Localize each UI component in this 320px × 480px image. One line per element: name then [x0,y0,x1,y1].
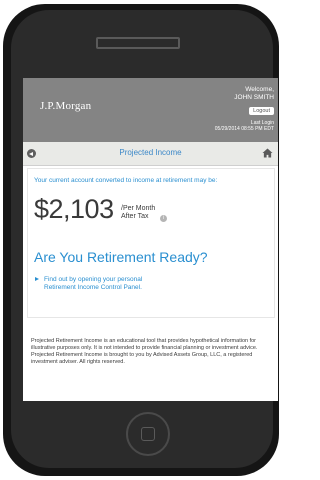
income-amount: $2,103 [34,194,114,224]
phone-home-button[interactable] [126,412,170,456]
title-bar: Projected Income [23,142,278,166]
user-name: JOHN SMITH [234,94,274,101]
link-line-2: Retirement Income Control Panel. [44,284,142,291]
income-period: /Per Month After Tax [121,205,155,221]
disclaimer-text: Projected Retirement Income is an educat… [31,338,258,365]
logout-button[interactable]: Logout [249,107,274,115]
last-login: Last Login 05/29/2014 08:55 PM EDT [215,120,274,132]
app-screen: J.P.Morgan Welcome, JOHN SMITH Logout La… [23,78,278,401]
welcome-text: Welcome, JOHN SMITH [234,86,274,102]
link-arrow-icon [35,277,39,281]
page-title: Projected Income [119,148,182,157]
retirement-ready-heading: Are You Retirement Ready? [34,249,208,265]
home-button-square-icon [141,427,155,441]
link-line-1: Find out by opening your personal [44,276,143,283]
brand-logo: J.P.Morgan [40,100,92,112]
app-header: J.P.Morgan Welcome, JOHN SMITH Logout La… [23,78,278,142]
control-panel-link[interactable]: Find out by opening your personal Retire… [44,276,244,292]
projected-income-card: Your current account converted to income… [27,168,275,318]
per-month-label: /Per Month [121,205,156,212]
after-tax-label: After Tax [121,213,149,220]
welcome-greeting: Welcome, [245,86,274,93]
info-icon[interactable]: i [160,215,167,222]
intro-text: Your current account converted to income… [34,177,218,184]
last-login-value: 05/29/2014 08:55 PM EDT [214,126,274,132]
phone-speaker [96,37,180,49]
home-icon[interactable] [262,148,273,158]
